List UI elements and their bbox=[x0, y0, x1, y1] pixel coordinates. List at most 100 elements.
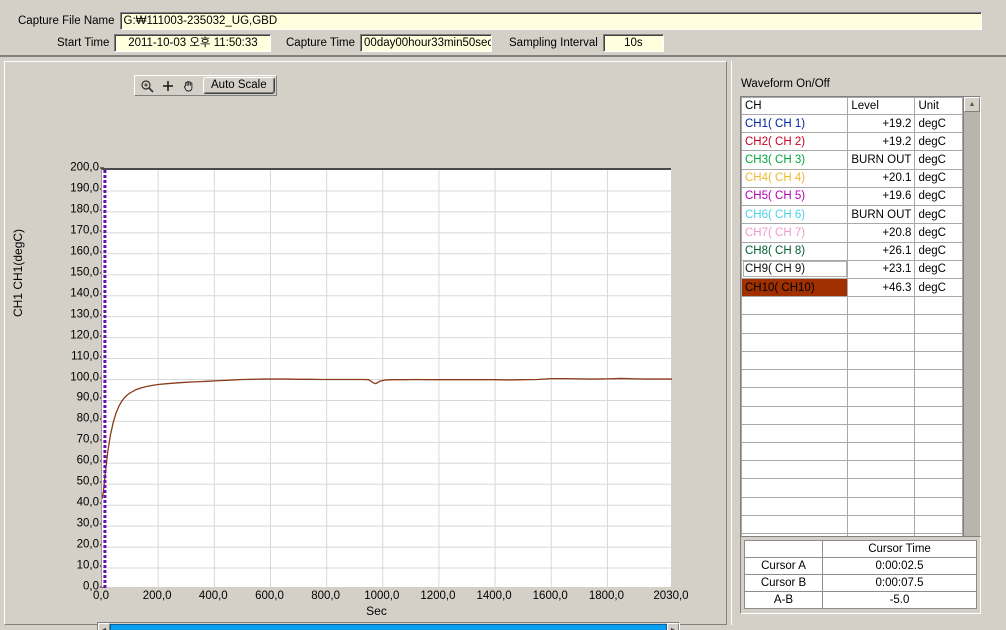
y-axis-tick-label: 20,0 bbox=[76, 538, 105, 551]
y-axis-tick-label: 90,0 bbox=[76, 391, 105, 404]
empty-cell bbox=[914, 478, 963, 498]
table-row-empty[interactable] bbox=[740, 332, 963, 352]
start-time-group: Start Time 2011-10-03 오후 11:50:33 bbox=[57, 34, 272, 52]
empty-cell bbox=[914, 332, 963, 352]
plot-area[interactable] bbox=[101, 168, 672, 589]
start-time-label: Start Time bbox=[57, 37, 110, 49]
table-row[interactable]: CH9( CH 9) +23.1 degC bbox=[740, 259, 963, 279]
cursor-row-value: -5.0 bbox=[822, 591, 977, 609]
channel-unit-cell: degC bbox=[914, 277, 963, 298]
cursor-row[interactable]: Cursor B 0:00:07.5 bbox=[744, 574, 977, 592]
empty-cell bbox=[740, 460, 849, 480]
y-axis-tick-label: 170,0 bbox=[70, 224, 104, 237]
empty-cell bbox=[847, 478, 916, 498]
cursor-table: Cursor Time Cursor A 0:00:02.5 Cursor B 0:00… bbox=[744, 540, 977, 609]
table-row[interactable]: CH7( CH 7) +20.8 degC bbox=[740, 223, 963, 243]
table-row[interactable]: CH1( CH 1) +19.2 degC bbox=[740, 113, 963, 134]
channel-name-cell[interactable]: CH1( CH 1) bbox=[740, 113, 849, 134]
column-header-ch[interactable]: CH bbox=[740, 97, 849, 115]
channel-name-cell[interactable]: CH2( CH 2) bbox=[740, 132, 849, 152]
table-row-empty[interactable] bbox=[740, 314, 963, 334]
table-row-empty[interactable] bbox=[740, 405, 963, 425]
channel-unit-cell: degC bbox=[914, 205, 963, 225]
cursor-row-label: A-B bbox=[744, 591, 823, 609]
empty-cell bbox=[740, 441, 849, 462]
chart-svg bbox=[102, 170, 672, 589]
channel-unit-cell: degC bbox=[914, 168, 963, 188]
sampling-interval-field[interactable]: 10s bbox=[602, 34, 664, 52]
cursor-row[interactable]: A-B -5.0 bbox=[744, 591, 977, 609]
empty-cell bbox=[914, 496, 963, 516]
scroll-up-arrow-icon[interactable]: ▲ bbox=[964, 97, 980, 112]
chart-panel: Auto Scale 0,0 10,0 20,0 30,0 40,0 50,0 60,0 70… bbox=[4, 61, 727, 630]
channel-level-cell: +20.8 bbox=[847, 223, 916, 243]
start-time-field[interactable]: 2011-10-03 오후 11:50:33 bbox=[114, 34, 272, 52]
empty-cell bbox=[847, 387, 916, 407]
cursor-row[interactable]: Cursor A 0:00:02.5 bbox=[744, 557, 977, 575]
table-row-empty[interactable] bbox=[740, 478, 963, 498]
table-row-empty[interactable] bbox=[740, 387, 963, 407]
table-header-row: CH Level Unit bbox=[740, 97, 963, 115]
crosshair-icon[interactable] bbox=[157, 76, 178, 95]
y-axis-tick-label: 100,0 bbox=[70, 371, 104, 383]
table-row-empty[interactable] bbox=[740, 350, 963, 371]
table-row[interactable]: CH6( CH 6) BURN OUT degC bbox=[740, 205, 963, 225]
scroll-right-arrow-icon[interactable]: ► bbox=[667, 623, 679, 630]
waveform-vertical-scrollbar[interactable]: ▲ ▼ bbox=[963, 97, 980, 589]
table-row[interactable]: CH4( CH 4) +20.1 degC bbox=[740, 168, 963, 188]
capture-time-group: Capture Time 00day00hour33min50sec bbox=[286, 34, 493, 52]
channel-unit-cell: degC bbox=[914, 259, 963, 279]
channel-name-cell[interactable]: CH7( CH 7) bbox=[740, 223, 849, 243]
table-row[interactable]: CH2( CH 2) +19.2 degC bbox=[740, 132, 963, 152]
range-fill-thumb[interactable] bbox=[110, 624, 667, 630]
zoom-icon[interactable] bbox=[136, 76, 157, 95]
channel-name-cell[interactable]: CH5( CH 5) bbox=[740, 186, 849, 207]
scroll-track[interactable] bbox=[964, 112, 980, 574]
plot-wrapper[interactable] bbox=[101, 168, 672, 589]
scroll-left-arrow-icon[interactable]: ◄ bbox=[98, 623, 110, 630]
cursor-header-row: Cursor Time bbox=[744, 540, 977, 558]
empty-cell bbox=[847, 405, 916, 425]
column-header-unit[interactable]: Unit bbox=[914, 97, 963, 115]
capture-time-field[interactable]: 00day00hour33min50sec bbox=[360, 34, 493, 52]
y-axis-tick-label: 40,0 bbox=[76, 496, 105, 509]
y-axis-tick-label: 110,0 bbox=[71, 350, 104, 363]
empty-cell bbox=[914, 423, 963, 443]
table-row-empty[interactable] bbox=[740, 369, 963, 389]
table-row-empty[interactable] bbox=[740, 496, 963, 516]
right-panel: Waveform On/Off CH Level Unit CH1( CH 1)… bbox=[731, 61, 1002, 625]
y-axis-tick-label: 180,0 bbox=[70, 203, 104, 216]
cursor-table-container: Cursor Time Cursor A 0:00:02.5 Cursor B 0:00… bbox=[740, 536, 981, 614]
y-axis-tick-label: 120,0 bbox=[70, 329, 104, 342]
waveform-panel-title: Waveform On/Off bbox=[741, 78, 830, 90]
channel-name-cell[interactable]: CH8( CH 8) bbox=[740, 241, 849, 261]
table-row-empty[interactable] bbox=[740, 441, 963, 462]
channel-name-cell[interactable]: CH4( CH 4) bbox=[740, 168, 849, 188]
channel-name-cell[interactable]: CH3( CH 3) bbox=[740, 150, 849, 170]
table-row[interactable]: CH8( CH 8) +26.1 degC bbox=[740, 241, 963, 261]
table-row-empty[interactable] bbox=[740, 296, 963, 316]
capture-file-name-field[interactable]: G:₩111003-235032_UG,GBD bbox=[119, 12, 982, 30]
table-row-empty[interactable] bbox=[740, 460, 963, 480]
hand-pan-icon[interactable] bbox=[178, 76, 199, 95]
capture-file-name-group: Capture File Name G:₩111003-235032_UG,GB… bbox=[18, 12, 982, 30]
auto-scale-button[interactable]: Auto Scale bbox=[203, 77, 275, 94]
sampling-interval-label: Sampling Interval bbox=[509, 37, 598, 49]
channel-name-cell[interactable]: CH10( CH10) bbox=[740, 277, 849, 298]
empty-cell bbox=[740, 387, 849, 407]
column-header-level[interactable]: Level bbox=[847, 97, 916, 115]
channel-unit-cell: degC bbox=[914, 113, 963, 134]
table-row[interactable]: CH10( CH10) +46.3 degC bbox=[740, 277, 963, 298]
waveform-table-container: CH Level Unit CH1( CH 1) +19.2 degC CH2( CH… bbox=[740, 96, 981, 590]
empty-cell bbox=[740, 423, 849, 443]
table-row[interactable]: CH3( CH 3) BURN OUT degC bbox=[740, 150, 963, 170]
channel-name-cell[interactable]: CH6( CH 6) bbox=[740, 205, 849, 225]
horizontal-range-scrollbar[interactable]: ◄ ► bbox=[97, 622, 680, 630]
table-row-empty[interactable] bbox=[740, 514, 963, 535]
channel-name-cell[interactable]: CH9( CH 9) bbox=[740, 259, 849, 279]
empty-cell bbox=[914, 514, 963, 535]
y-axis-tick-label: 150,0 bbox=[70, 266, 104, 279]
empty-cell bbox=[847, 423, 916, 443]
table-row[interactable]: CH5( CH 5) +19.6 degC bbox=[740, 186, 963, 207]
table-row-empty[interactable] bbox=[740, 423, 963, 443]
